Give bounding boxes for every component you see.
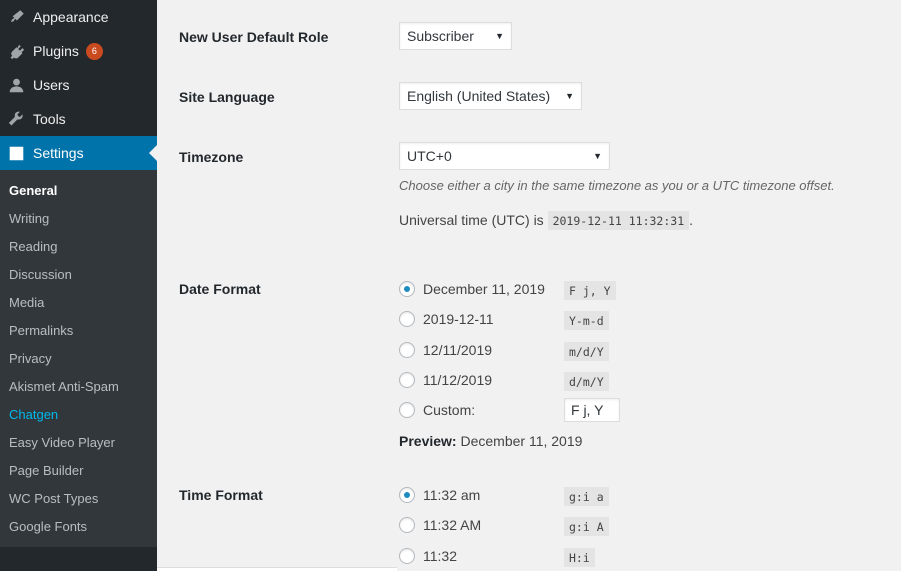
submenu-item-permalinks[interactable]: Permalinks [0,317,157,345]
submenu-item-wc-post-types[interactable]: WC Post Types [0,485,157,513]
wrench-icon [8,111,25,128]
utc-value: 2019-12-11 11:32:31 [547,211,690,230]
date-format-text: 11/12/2019 [423,372,493,388]
menu-label: Appearance [33,9,109,25]
date-format-option[interactable]: December 11, 2019 [399,278,565,300]
radio-button[interactable] [399,402,415,418]
date-format-text: December 11, 2019 [423,281,545,297]
date-format-code: d/m/Y [564,372,609,391]
menu-label: Users [33,77,70,93]
utc-prefix: Universal time (UTC) is [399,212,544,228]
menu-item-users[interactable]: Users [0,68,157,102]
chevron-down-icon: ▼ [565,91,574,101]
submenu-item-media[interactable]: Media [0,289,157,317]
settings-submenu: General Writing Reading Discussion Media… [0,170,157,547]
radio-button[interactable] [399,517,415,533]
submenu-item-page-builder[interactable]: Page Builder [0,457,157,485]
preview-value: December 11, 2019 [460,433,583,449]
date-format-option[interactable]: 2019-12-11 [399,308,565,330]
plugin-update-badge: 6 [85,42,103,60]
default-role-label: New User Default Role [179,29,329,45]
date-format-custom-option[interactable]: Custom: [399,399,565,421]
site-language-select[interactable]: English (United States) ▼ [399,82,582,110]
menu-item-tools[interactable]: Tools [0,102,157,136]
users-icon [8,77,25,94]
time-format-option[interactable]: 11:32 am [399,484,565,506]
date-format-option[interactable]: 11/12/2019 [399,369,565,391]
menu-item-settings[interactable]: Settings [0,136,157,170]
chevron-down-icon: ▼ [495,31,504,41]
scroll-edge [157,567,397,571]
radio-button[interactable] [399,311,415,327]
time-format-option[interactable]: 11:32 [399,545,565,567]
time-format-text: 11:32 AM [423,517,482,533]
time-format-text: 11:32 am [423,487,481,503]
submenu-item-chatgen[interactable]: Chatgen [0,401,157,429]
preview-label: Preview: [399,433,457,449]
radio-button[interactable] [399,548,415,564]
radio-button[interactable] [399,487,415,503]
submenu-item-privacy[interactable]: Privacy [0,345,157,373]
submenu-item-general[interactable]: General [0,177,157,205]
site-language-label: Site Language [179,89,275,105]
timezone-select[interactable]: UTC+0 ▼ [399,142,610,170]
menu-label: Settings [33,145,84,161]
menu-label: Plugins [33,43,79,59]
date-format-label: Date Format [179,281,261,297]
radio-button[interactable] [399,342,415,358]
utc-suffix: . [689,212,694,228]
timezone-label: Timezone [179,149,244,165]
utc-time: Universal time (UTC) is 2019-12-11 11:32… [399,211,694,230]
submenu-item-google-fonts[interactable]: Google Fonts [0,513,157,541]
submenu-item-discussion[interactable]: Discussion [0,261,157,289]
menu-label: Tools [33,111,66,127]
timezone-value: UTC+0 [407,148,452,164]
time-format-code: g:i a [564,487,609,506]
custom-label: Custom: [423,402,476,418]
submenu-item-writing[interactable]: Writing [0,205,157,233]
date-format-text: 2019-12-11 [423,311,494,327]
menu-item-plugins[interactable]: Plugins 6 [0,34,157,68]
radio-button[interactable] [399,372,415,388]
default-role-select[interactable]: Subscriber ▼ [399,22,512,50]
timezone-description: Choose either a city in the same timezon… [399,178,835,193]
submenu-item-reading[interactable]: Reading [0,233,157,261]
site-language-value: English (United States) [407,88,551,104]
submenu-item-akismet[interactable]: Akismet Anti-Spam [0,373,157,401]
chevron-down-icon: ▼ [593,151,602,161]
date-format-code: F j, Y [564,281,616,300]
time-format-text: 11:32 [423,548,457,564]
custom-date-format-input[interactable]: F j, Y [564,398,620,422]
time-format-option[interactable]: 11:32 AM [399,514,565,536]
plugin-icon [8,43,25,60]
date-format-option[interactable]: 12/11/2019 [399,339,565,361]
date-format-code: Y-m-d [564,311,609,330]
paintbrush-icon [8,9,25,26]
time-format-code: H:i [564,548,595,567]
submenu-item-easy-video-player[interactable]: Easy Video Player [0,429,157,457]
date-format-code: m/d/Y [564,342,609,361]
date-format-text: 12/11/2019 [423,342,493,358]
admin-sidebar: Appearance Plugins 6 Users Tools Setting… [0,0,157,571]
time-format-label: Time Format [179,487,263,503]
time-format-code: g:i A [564,517,609,536]
date-preview: Preview: December 11, 2019 [399,433,582,449]
radio-button[interactable] [399,281,415,297]
menu-item-appearance[interactable]: Appearance [0,0,157,34]
settings-icon [8,145,25,162]
default-role-value: Subscriber [407,28,474,44]
settings-form: New User Default Role Subscriber ▼ Site … [157,0,901,571]
